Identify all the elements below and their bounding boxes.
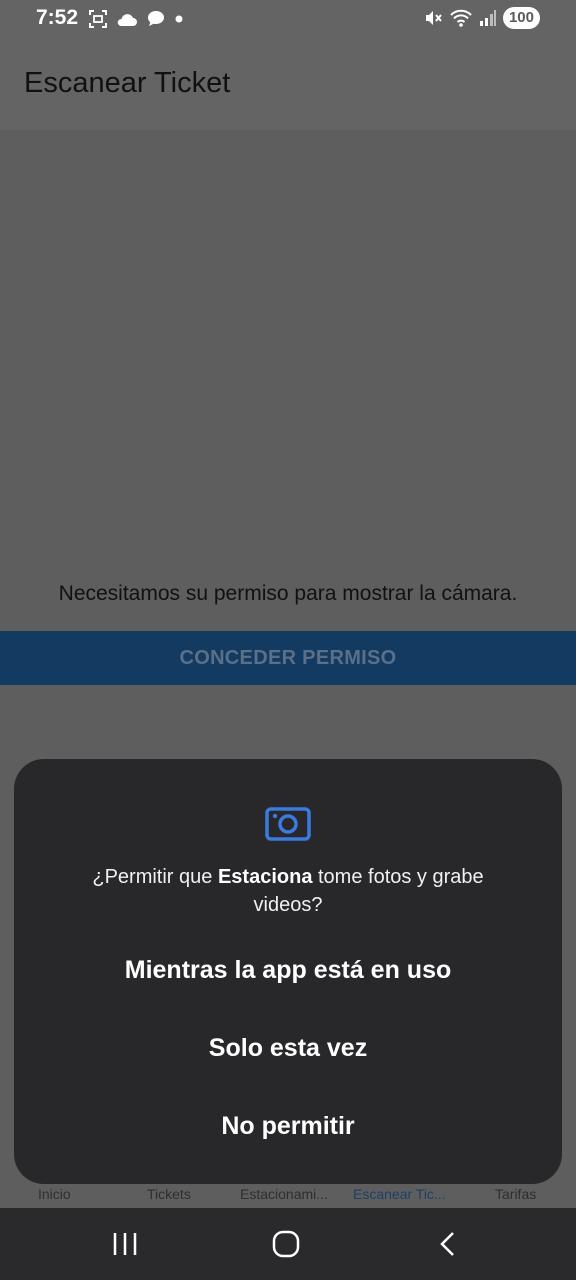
camera-icon [265, 807, 311, 841]
battery-indicator: 100 [502, 7, 540, 29]
screenshot-icon [89, 10, 107, 28]
chat-bubble-icon [148, 11, 164, 26]
tab-estacionamientos[interactable]: Estacionami... [240, 1186, 328, 1202]
status-time: 7:52 [36, 6, 79, 29]
back-icon [440, 1232, 454, 1256]
back-button[interactable] [425, 1230, 469, 1261]
grant-permission-button[interactable]: CONCEDER PERMISO [0, 631, 576, 685]
permission-message: Necesitamos su permiso para mostrar la c… [58, 582, 518, 605]
permission-dialog: ¿Permitir que Estaciona tome fotos y gra… [14, 759, 562, 1184]
recent-apps-icon [113, 1233, 137, 1255]
tab-tickets[interactable]: Tickets [147, 1186, 191, 1202]
dialog-app-name: Estaciona [217, 866, 313, 888]
status-left-icons [88, 9, 184, 29]
recent-apps-button[interactable] [103, 1230, 147, 1261]
home-icon [272, 1230, 300, 1258]
status-right-icons: 100 [423, 7, 540, 29]
dialog-message: ¿Permitir que Estaciona tome fotos y gra… [92, 866, 484, 916]
signal-icon [479, 10, 496, 26]
app-header: Escanear Ticket [0, 36, 576, 130]
deny-button[interactable]: No permitir [14, 1096, 562, 1156]
allow-once-button[interactable]: Solo esta vez [14, 1018, 562, 1078]
tab-escanear-ticket[interactable]: Escanear Tic... [353, 1186, 446, 1202]
wifi-icon [450, 9, 472, 27]
allow-while-using-button[interactable]: Mientras la app está en uso [14, 940, 562, 1000]
status-bar: 7:52 100 [0, 0, 576, 36]
page-title: Escanear Ticket [24, 67, 231, 99]
tab-inicio[interactable]: Inicio [38, 1186, 71, 1202]
system-navigation-bar [0, 1208, 576, 1280]
cloud-icon [117, 14, 137, 26]
notification-dot-icon [175, 15, 183, 23]
bottom-tab-bar: Inicio Tickets Estacionami... Escanear T… [0, 1182, 576, 1208]
tab-tarifas[interactable]: Tarifas [495, 1186, 536, 1202]
home-button[interactable] [264, 1230, 308, 1261]
mute-icon [425, 11, 442, 25]
